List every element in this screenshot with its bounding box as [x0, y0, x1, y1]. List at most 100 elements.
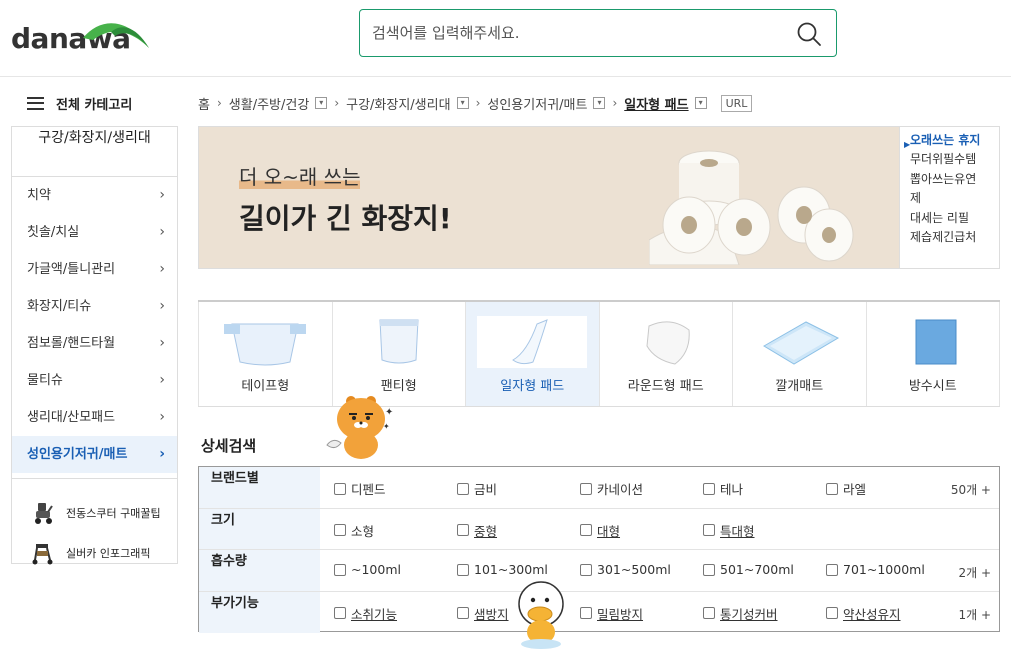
filter-option[interactable]: 소취기능: [334, 604, 397, 623]
dropdown-icon[interactable]: ▾: [593, 97, 606, 109]
filter-option[interactable]: 금비: [457, 479, 497, 498]
checkbox[interactable]: [457, 563, 469, 576]
triangle-right-icon: ▶: [904, 140, 911, 149]
trending-item[interactable]: 제습제긴급처: [910, 228, 999, 247]
chevron-right-icon: ›: [159, 224, 165, 240]
more-options-button[interactable]: 1개 +: [958, 606, 991, 623]
filter-option[interactable]: 카네이션: [580, 479, 643, 498]
trending-item[interactable]: 대세는 리필: [910, 209, 999, 228]
detail-search-title: 상세검색: [201, 437, 257, 455]
filter-option[interactable]: 샘방지: [457, 604, 509, 623]
search-input[interactable]: [372, 20, 772, 46]
checkbox[interactable]: [334, 563, 346, 576]
breadcrumb-current[interactable]: 일자형 패드: [624, 94, 688, 113]
checkbox[interactable]: [826, 607, 838, 619]
search-icon[interactable]: [796, 21, 822, 47]
filter-option[interactable]: 약산성유지: [826, 604, 901, 623]
url-copy-button[interactable]: URL: [720, 94, 753, 112]
sidebar-item-mouthwash[interactable]: 가글액/틀니관리 ›: [12, 251, 177, 288]
sidebar-item-sanitary-pad[interactable]: 생리대/산모패드 ›: [12, 399, 177, 436]
chevron-right-icon: ›: [159, 446, 165, 462]
breadcrumb-separator-icon: ›: [475, 96, 481, 110]
breadcrumb-item[interactable]: 생활/주방/건강: [229, 94, 310, 113]
type-label: 깔개매트: [775, 379, 824, 394]
banner-title: 길이가 긴 화장지!: [239, 202, 452, 235]
search-box[interactable]: [359, 9, 837, 57]
all-category-button[interactable]: 전체 카테고리: [27, 92, 132, 114]
filter-row-label: 브랜드별: [199, 467, 320, 508]
type-tape[interactable]: 테이프형: [198, 302, 333, 406]
filter-option[interactable]: 밀림방지: [580, 604, 643, 623]
scooter-tip-link[interactable]: 전동스쿠터 구매꿀팁: [12, 493, 177, 533]
round-pad-image: [646, 321, 690, 365]
checkbox[interactable]: [334, 524, 346, 536]
filter-option[interactable]: 통기성커버: [703, 604, 778, 623]
sidebar-title[interactable]: 구강/화장지/생리대: [12, 127, 177, 177]
filter-option[interactable]: 디펜드: [334, 479, 386, 498]
filter-option[interactable]: 301~500ml: [580, 562, 671, 577]
breadcrumb-home[interactable]: 홈: [198, 94, 210, 113]
filter-option[interactable]: 중형: [457, 521, 497, 540]
checkbox[interactable]: [580, 607, 592, 619]
checkbox[interactable]: [703, 607, 715, 619]
filter-option[interactable]: 특대형: [703, 521, 755, 540]
breadcrumb-item[interactable]: 구강/화장지/생리대: [346, 94, 450, 113]
type-underpad-mat[interactable]: 깔개매트: [733, 302, 867, 406]
filter-option[interactable]: 대형: [580, 521, 620, 540]
sidebar-item-tissue[interactable]: 화장지/티슈 ›: [12, 288, 177, 325]
checkbox[interactable]: [703, 482, 715, 495]
checkbox[interactable]: [580, 524, 592, 536]
toilet-paper-image: [649, 150, 854, 265]
danawa-logo[interactable]: danawa: [11, 18, 151, 58]
type-round-pad[interactable]: 라운드형 패드: [600, 302, 733, 406]
filter-option[interactable]: 라엘: [826, 479, 866, 498]
filter-option[interactable]: 101~300ml: [457, 562, 548, 577]
dropdown-icon[interactable]: ▾: [315, 97, 328, 109]
checkbox[interactable]: [334, 607, 346, 619]
sidebar-item-adult-diaper[interactable]: 성인용기저귀/매트 ›: [12, 436, 177, 473]
breadcrumb-item[interactable]: 성인용기저귀/매트: [487, 94, 587, 113]
trending-item[interactable]: 뽑아쓰는유연: [910, 170, 999, 189]
sidebar-item-label: 성인용기저귀/매트: [27, 447, 128, 462]
filter-option[interactable]: ~100ml: [334, 562, 401, 577]
type-label: 방수시트: [908, 379, 957, 394]
checkbox[interactable]: [826, 563, 838, 576]
sidebar-item-toothbrush[interactable]: 칫솔/치실 ›: [12, 214, 177, 251]
checkbox[interactable]: [457, 607, 469, 619]
checkbox[interactable]: [826, 482, 838, 495]
filter-options: ~100ml 101~300ml 301~500ml 501~700ml 701…: [320, 550, 999, 591]
sidebar-item-toothpaste[interactable]: 치약 ›: [12, 177, 177, 214]
more-options-button[interactable]: 50개 +: [951, 481, 991, 498]
type-pants[interactable]: 팬티형: [333, 302, 466, 406]
dropdown-icon[interactable]: ▾: [694, 97, 707, 109]
trending-title[interactable]: 오래쓰는 휴지: [910, 131, 999, 150]
more-options-button[interactable]: 2개 +: [958, 564, 991, 581]
trending-item[interactable]: 제: [910, 189, 999, 208]
type-label: 라운드형 패드: [627, 379, 704, 394]
checkbox[interactable]: [334, 482, 346, 495]
type-waterproof-sheet[interactable]: 방수시트: [867, 302, 1000, 406]
checkbox[interactable]: [580, 482, 592, 495]
straight-pad-image: [477, 316, 588, 368]
checkbox[interactable]: [580, 563, 592, 576]
walker-info-link[interactable]: 실버카 인포그래픽: [12, 533, 177, 573]
logo-swoosh-icon: [83, 23, 149, 48]
checkbox[interactable]: [457, 482, 469, 495]
category-sidebar: 구강/화장지/생리대 치약 › 칫솔/치실 › 가글액/틀니관리 › 화장지/티슈 › …: [11, 126, 178, 565]
type-label: 테이프형: [241, 379, 290, 394]
sidebar-item-wet-tissue[interactable]: 물티슈 ›: [12, 362, 177, 399]
hamburger-icon: [27, 96, 44, 110]
sidebar-item-jumbo-roll[interactable]: 점보롤/핸드타월 ›: [12, 325, 177, 362]
filter-option[interactable]: 소형: [334, 521, 374, 540]
checkbox[interactable]: [703, 563, 715, 576]
promo-banner[interactable]: 더 오~래 쓰는 길이가 긴 화장지!: [198, 126, 900, 269]
checkbox[interactable]: [703, 524, 715, 536]
checkbox[interactable]: [457, 524, 469, 536]
filter-option[interactable]: 701~1000ml: [826, 562, 925, 577]
filter-option[interactable]: 테나: [703, 479, 743, 498]
filter-option[interactable]: 501~700ml: [703, 562, 794, 577]
dropdown-icon[interactable]: ▾: [456, 97, 469, 109]
trending-item[interactable]: 무더위필수템: [910, 150, 999, 169]
type-straight-pad[interactable]: 일자형 패드: [466, 302, 600, 406]
chevron-right-icon: ›: [159, 187, 165, 203]
